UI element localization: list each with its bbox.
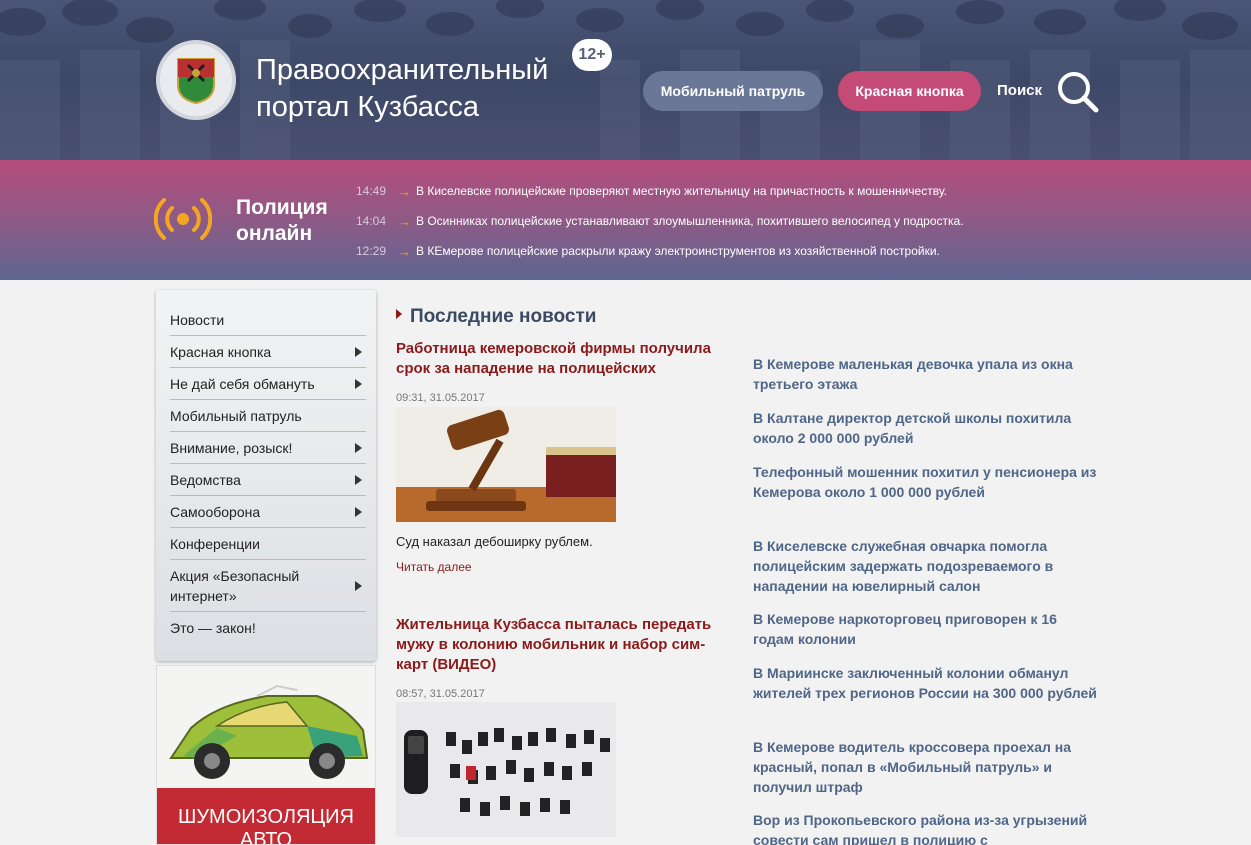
car-illustration	[157, 666, 375, 791]
sidebar-item-label: Ведомства	[170, 472, 241, 488]
news-date: 09:31, 31.05.2017	[396, 392, 485, 404]
news-date: 08:57, 31.05.2017	[396, 688, 485, 700]
sidebar-item-label: Мобильный патруль	[170, 408, 302, 424]
sidebar-news-link[interactable]: В Кемерове наркоторговец приговорен к 16…	[753, 609, 1098, 649]
arrow-right-icon: →	[398, 243, 411, 259]
sidebar-item-conferences[interactable]: Конференции	[170, 534, 366, 560]
sidebar-news-link[interactable]: В Киселевске служебная овчарка помогла п…	[753, 536, 1098, 596]
news-title[interactable]: Жительница Кузбасса пыталась передать му…	[396, 615, 726, 675]
read-more-link[interactable]: Читать далее	[396, 560, 472, 574]
sidebar-item-label: Внимание, розыск!	[170, 440, 293, 456]
triangle-marker-icon	[396, 309, 402, 319]
feed-item[interactable]: 14:04 → В Осинниках полицейские устанавл…	[356, 212, 964, 230]
feed-item[interactable]: 12:29 → В КЕмерове полицейские раскрыли …	[356, 242, 940, 260]
latest-news-heading: Последние новости	[396, 306, 596, 328]
broadcast-icon	[154, 198, 212, 240]
search-icon[interactable]	[1056, 70, 1100, 114]
sidebar-news-link[interactable]: Вор из Прокопьевского района из-за угрыз…	[753, 810, 1098, 845]
sidebar-item-fraud[interactable]: Не дай себя обмануть	[170, 374, 366, 400]
police-online-title-line1: Полиция	[236, 196, 328, 219]
sidebar-news-link[interactable]: Телефонный мошенник похитил у пенсионера…	[753, 462, 1098, 502]
kuzbass-emblem-icon	[177, 58, 215, 105]
portal-logo[interactable]	[156, 40, 236, 120]
sidebar-item-self-defense[interactable]: Самооборона	[170, 502, 366, 528]
police-online-title[interactable]: Полиция онлайн	[236, 195, 328, 247]
sidebar-news-link[interactable]: В Кемерове маленькая девочка упала из ок…	[753, 354, 1098, 394]
sidebar-item-label: Самооборона	[170, 504, 261, 520]
sidebar-item-news[interactable]: Новости	[170, 310, 366, 336]
sidebar-item-mobile-patrol[interactable]: Мобильный патруль	[170, 406, 366, 432]
sidebar-item-label: Это — закон!	[170, 620, 256, 636]
feed-item[interactable]: 14:49 → В Киселевске полицейские проверя…	[356, 182, 947, 200]
arrow-right-icon	[355, 475, 362, 485]
feed-text[interactable]: В Осинниках полицейские устанавливают зл…	[416, 214, 964, 228]
arrow-right-icon	[355, 379, 362, 389]
ad-text: ШУМОИЗОЛЯЦИЯ АВТО	[178, 806, 354, 845]
sidebar-item-label: Акция «Безопасный интернет»	[170, 568, 300, 604]
arrow-right-icon	[355, 443, 362, 453]
police-online-title-line2: онлайн	[236, 222, 313, 245]
news-title[interactable]: Работница кемеровской фирмы получила сро…	[396, 339, 726, 379]
feed-time: 14:04	[356, 214, 387, 228]
arrow-right-icon	[355, 581, 362, 591]
arrow-right-icon: →	[398, 183, 411, 199]
sidebar-news-link[interactable]: В Мариинске заключенный колонии обманул …	[753, 663, 1098, 703]
arrow-right-icon	[355, 347, 362, 357]
arrow-right-icon	[355, 507, 362, 517]
sidebar-news-link[interactable]: В Кемерове водитель кроссовера проехал н…	[753, 737, 1098, 797]
gavel-photo	[396, 407, 616, 522]
red-button-button[interactable]: Красная кнопка	[838, 71, 981, 111]
sidebar-item-departments[interactable]: Ведомства	[170, 470, 366, 496]
latest-news-heading-text: Последние новости	[410, 306, 597, 327]
site-title-line2: портал Кузбасса	[256, 91, 479, 123]
arrow-right-icon: →	[398, 213, 411, 229]
search-label[interactable]: Поиск	[997, 82, 1042, 99]
sidebar-item-label: Конференции	[170, 536, 260, 552]
site-title[interactable]: Правоохранительный портал Кузбасса	[256, 52, 548, 126]
sidebar-item-wanted[interactable]: Внимание, розыск!	[170, 438, 366, 464]
news-image[interactable]	[396, 702, 616, 837]
feed-text[interactable]: В КЕмерове полицейские раскрыли кражу эл…	[416, 244, 940, 258]
news-image[interactable]	[396, 407, 616, 522]
mobile-patrol-button[interactable]: Мобильный патруль	[643, 71, 823, 111]
feed-time: 14:49	[356, 184, 387, 198]
sidebar-item-law[interactable]: Это — закон!	[170, 618, 366, 644]
sidebar-item-safe-internet[interactable]: Акция «Безопасный интернет»	[170, 566, 366, 612]
sidebar-news-link[interactable]: В Калтане директор детской школы похитил…	[753, 408, 1098, 448]
news-lead: Суд наказал дебоширку рублем.	[396, 534, 593, 549]
feed-text[interactable]: В Киселевске полицейские проверяют местн…	[416, 184, 947, 198]
sidebar-item-label: Красная кнопка	[170, 344, 272, 360]
sidebar-item-label: Не дай себя обмануть	[170, 376, 315, 392]
feed-time: 12:29	[356, 244, 387, 258]
ad-banner[interactable]: ШУМОИЗОЛЯЦИЯ АВТО	[156, 665, 376, 845]
sidebar-item-red-button[interactable]: Красная кнопка	[170, 342, 366, 368]
sidebar-item-label: Новости	[170, 312, 225, 328]
sim-cards-photo	[396, 702, 616, 837]
age-rating-badge: 12+	[572, 39, 612, 71]
sidebar-menu: Новости Красная кнопка Не дай себя обман…	[156, 290, 376, 661]
site-header: Правоохранительный портал Кузбасса 12+ М…	[0, 0, 1251, 160]
site-title-line1: Правоохранительный	[256, 54, 549, 86]
